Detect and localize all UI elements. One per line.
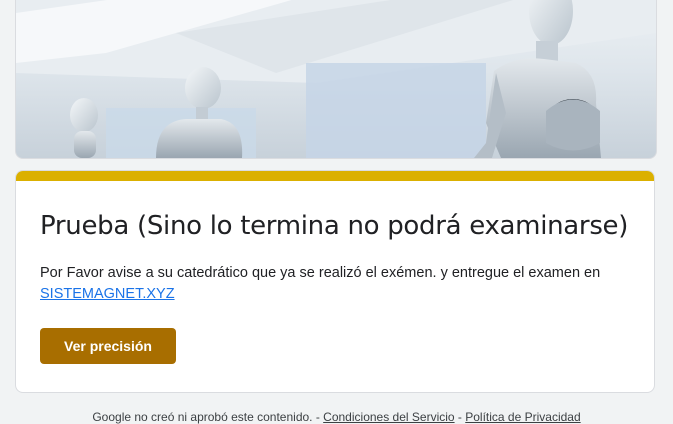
privacy-link[interactable]: Política de Privacidad	[465, 410, 580, 424]
sistemagnet-link[interactable]: SISTEMAGNET.XYZ	[40, 286, 175, 302]
form-card: Prueba (Sino lo termina no podrá examina…	[15, 170, 655, 393]
footer: Google no creó ni aprobó este contenido.…	[0, 410, 673, 424]
footer-separator: -	[312, 410, 324, 424]
footer-separator: -	[454, 410, 466, 424]
form-title: Prueba (Sino lo termina no podrá examina…	[40, 211, 629, 241]
card-accent-bar	[16, 171, 654, 181]
form-description: Por Favor avise a su catedrático que ya …	[40, 263, 630, 305]
description-text: Por Favor avise a su catedrático que ya …	[40, 265, 601, 281]
footer-disclaimer: Google no creó ni aprobó este contenido.	[92, 410, 313, 424]
mannequins-image	[16, 0, 656, 158]
view-accuracy-button[interactable]: Ver precisión	[40, 328, 176, 364]
terms-link[interactable]: Condiciones del Servicio	[323, 410, 454, 424]
header-banner-image	[15, 0, 657, 159]
